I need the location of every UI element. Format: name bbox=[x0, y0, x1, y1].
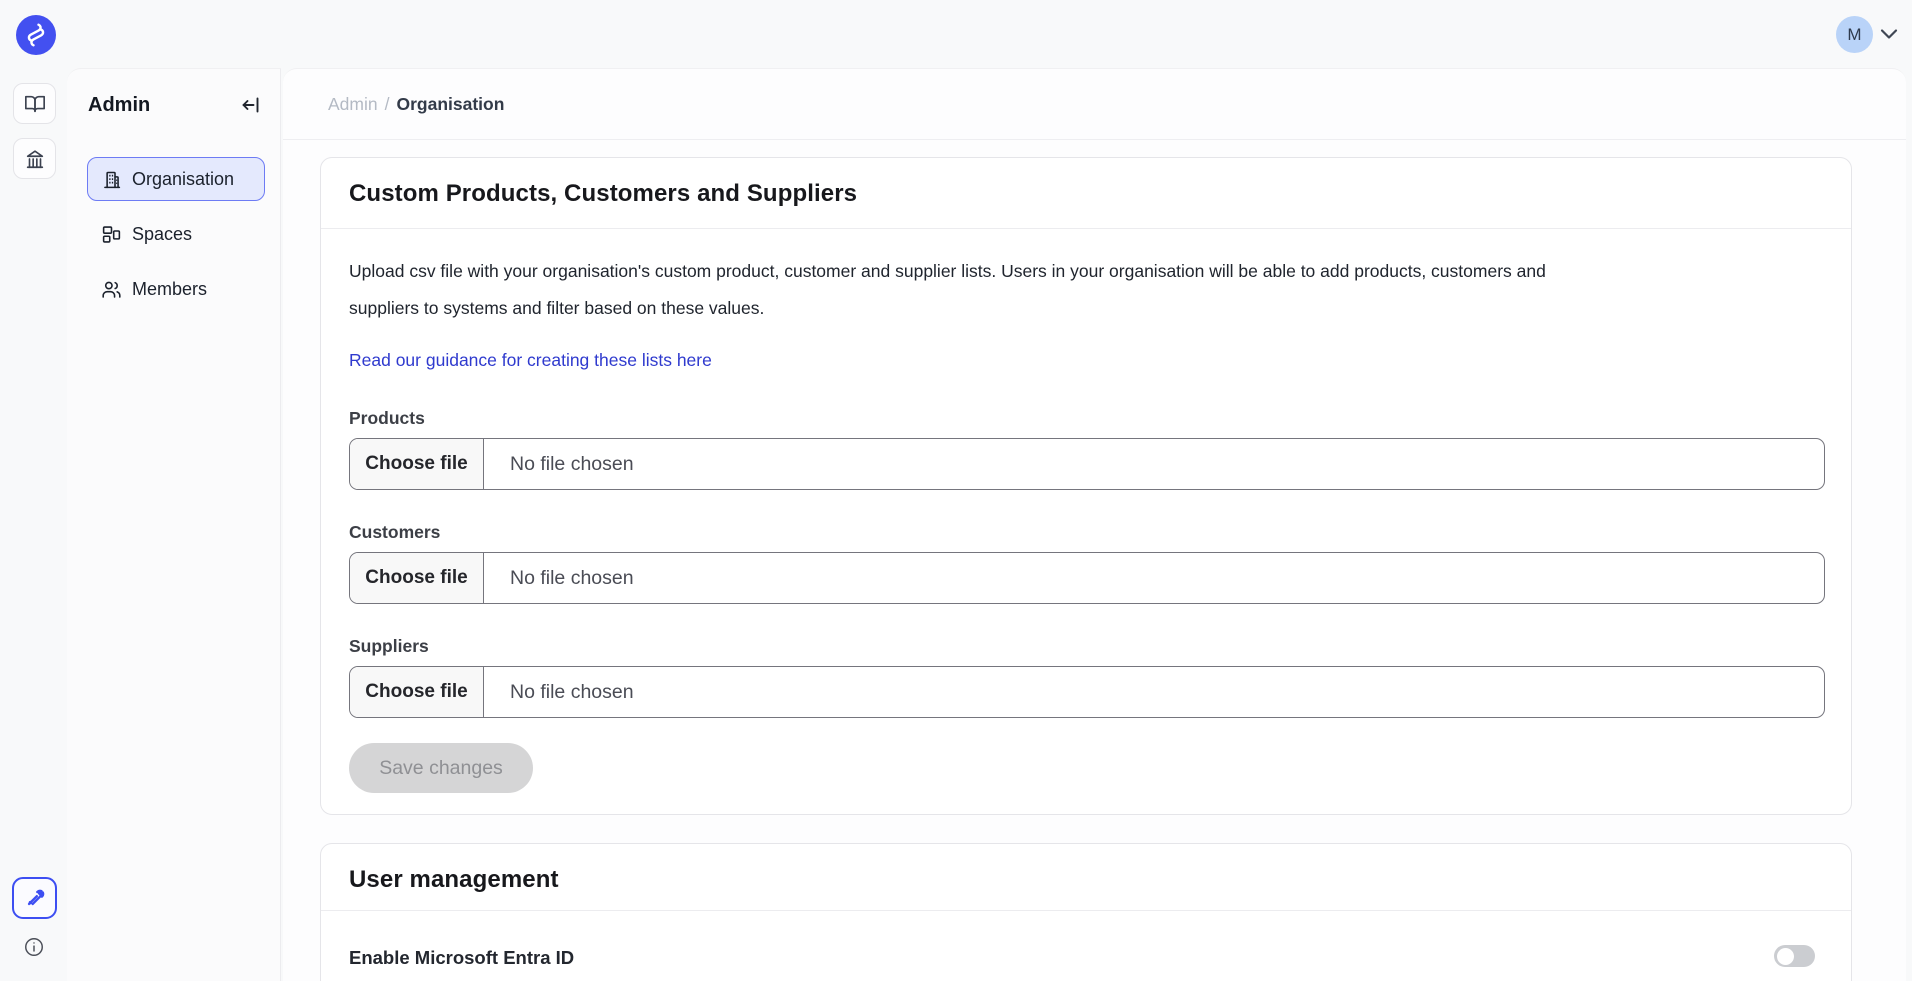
logo-glyph-icon bbox=[16, 15, 56, 55]
customers-file-input[interactable]: Choose file No file chosen bbox=[349, 552, 1825, 604]
entra-id-setting-row: Enable Microsoft Entra ID When enabled, … bbox=[349, 947, 1823, 981]
rail-item-organisation[interactable] bbox=[13, 138, 56, 179]
customers-label: Customers bbox=[349, 522, 1823, 543]
breadcrumb-current-page: Organisation bbox=[396, 94, 504, 114]
file-status-text: No file chosen bbox=[484, 667, 634, 717]
rail-item-docs[interactable] bbox=[13, 83, 56, 124]
sidebar-item-spaces[interactable]: Spaces bbox=[87, 212, 265, 256]
admin-sidebar: Admin Organisat bbox=[67, 68, 281, 981]
building-icon bbox=[101, 169, 122, 190]
user-management-card: User management Enable Microsoft Entra I… bbox=[320, 843, 1852, 981]
sidebar-item-members[interactable]: Members bbox=[87, 267, 265, 311]
tools-icon bbox=[24, 887, 46, 909]
sidebar-item-label: Spaces bbox=[132, 224, 192, 245]
info-icon[interactable] bbox=[23, 936, 45, 958]
landmark-icon bbox=[24, 148, 46, 170]
users-icon bbox=[101, 279, 122, 300]
card-title: User management bbox=[349, 866, 559, 894]
products-label: Products bbox=[349, 408, 1823, 429]
rail-item-admin-tools[interactable] bbox=[12, 877, 57, 919]
products-file-input[interactable]: Choose file No file chosen bbox=[349, 438, 1825, 490]
save-changes-button[interactable]: Save changes bbox=[349, 743, 533, 793]
toggle-knob bbox=[1777, 948, 1794, 965]
app-logo[interactable] bbox=[16, 15, 56, 55]
suppliers-label: Suppliers bbox=[349, 636, 1823, 657]
breadcrumb-bar: Admin / Organisation bbox=[283, 69, 1906, 140]
suppliers-file-input[interactable]: Choose file No file chosen bbox=[349, 666, 1825, 718]
choose-file-button[interactable]: Choose file bbox=[350, 553, 484, 603]
entra-id-label: Enable Microsoft Entra ID bbox=[349, 947, 1823, 969]
sidebar-title: Admin bbox=[88, 94, 150, 117]
file-status-text: No file chosen bbox=[484, 553, 634, 603]
file-status-text: No file chosen bbox=[484, 439, 634, 489]
breadcrumb-admin[interactable]: Admin bbox=[328, 94, 378, 114]
user-avatar[interactable]: M bbox=[1836, 16, 1873, 53]
choose-file-button[interactable]: Choose file bbox=[350, 439, 484, 489]
guidance-link[interactable]: Read our guidance for creating these lis… bbox=[349, 350, 712, 371]
collapse-sidebar-icon[interactable] bbox=[241, 95, 262, 115]
sidebar-item-label: Organisation bbox=[132, 169, 234, 190]
sidebar-item-label: Members bbox=[132, 279, 207, 300]
card-description: Upload csv file with your organisation's… bbox=[349, 253, 1601, 327]
entra-id-toggle[interactable] bbox=[1774, 945, 1815, 967]
breadcrumb: Admin / Organisation bbox=[328, 94, 504, 115]
avatar-initial: M bbox=[1847, 25, 1861, 45]
book-open-icon bbox=[24, 93, 46, 115]
card-title: Custom Products, Customers and Suppliers bbox=[349, 180, 857, 208]
breadcrumb-separator: / bbox=[385, 94, 390, 114]
custom-lists-card: Custom Products, Customers and Suppliers… bbox=[320, 157, 1852, 815]
spaces-icon bbox=[101, 224, 122, 245]
sidebar-item-organisation[interactable]: Organisation bbox=[87, 157, 265, 201]
main-content: Admin / Organisation Custom Products, Cust… bbox=[283, 68, 1906, 981]
choose-file-button[interactable]: Choose file bbox=[350, 667, 484, 717]
chevron-down-icon[interactable] bbox=[1878, 26, 1900, 42]
